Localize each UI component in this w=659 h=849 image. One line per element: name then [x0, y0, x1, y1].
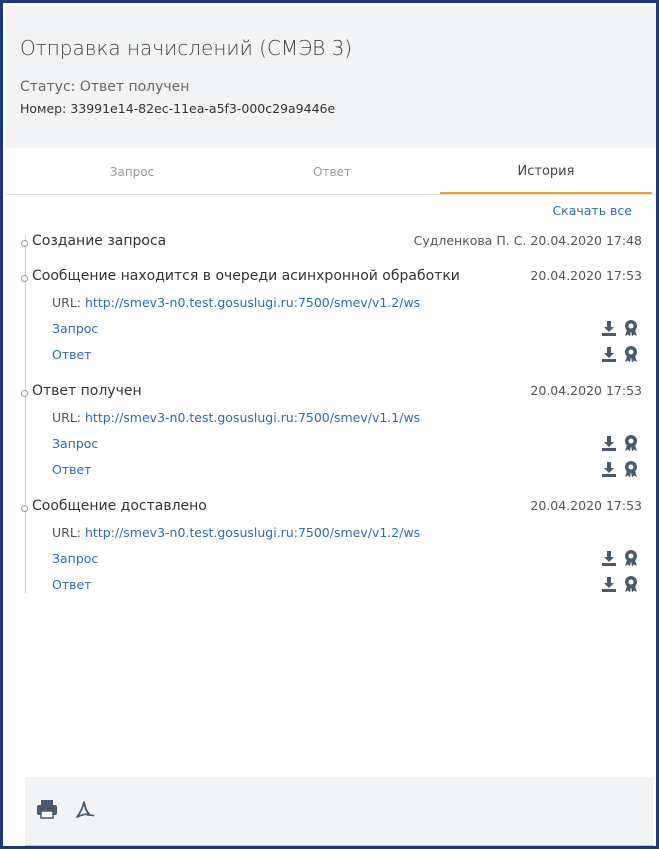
- request-actions: [600, 433, 640, 453]
- download-icon[interactable]: [600, 345, 618, 363]
- response-actions: [600, 574, 640, 594]
- request-link[interactable]: Запрос: [52, 321, 98, 336]
- event-url-link[interactable]: http://smev3-n0.test.gosuslugi.ru:7500/s…: [85, 295, 420, 310]
- timeline-dot: [21, 390, 28, 397]
- event-url-row: URL: http://smev3-n0.test.gosuslugi.ru:7…: [52, 295, 420, 310]
- timeline-dot: [21, 505, 28, 512]
- event-time: 20.04.2020 17:53: [530, 498, 642, 513]
- signature-certificate-icon[interactable]: [622, 460, 640, 478]
- response-actions: [600, 459, 640, 479]
- pdf-icon[interactable]: [73, 797, 97, 821]
- event-title: Сообщение находится в очереди асинхронно…: [32, 268, 460, 284]
- panel-header: Отправка начислений (СМЭВ 3) Статус: Отв…: [6, 6, 656, 148]
- request-link[interactable]: Запрос: [52, 436, 98, 451]
- tab-history[interactable]: История: [440, 148, 652, 194]
- panel-frame: Отправка начислений (СМЭВ 3) Статус: Отв…: [0, 0, 659, 849]
- response-actions: [600, 344, 640, 364]
- request-actions: [600, 548, 640, 568]
- tab-request[interactable]: Запрос: [42, 148, 222, 194]
- response-link[interactable]: Ответ: [52, 462, 91, 477]
- footer-toolbar: [25, 777, 653, 846]
- download-all-link[interactable]: Скачать все: [552, 203, 632, 218]
- event-title: Сообщение доставлено: [32, 498, 207, 514]
- status-text: Статус: Ответ получен: [20, 79, 190, 95]
- event-url-row: URL: http://smev3-n0.test.gosuslugi.ru:7…: [52, 525, 420, 540]
- signature-certificate-icon[interactable]: [622, 549, 640, 567]
- download-icon[interactable]: [600, 460, 618, 478]
- timeline-dot: [21, 240, 28, 247]
- event-time: 20.04.2020 17:53: [530, 268, 642, 283]
- request-actions: [600, 318, 640, 338]
- download-icon[interactable]: [600, 434, 618, 452]
- event-author-time: Судленкова П. С. 20.04.2020 17:48: [413, 233, 642, 248]
- timeline-line: [25, 235, 26, 593]
- url-label: URL:: [52, 410, 82, 425]
- url-label: URL:: [52, 525, 82, 540]
- signature-certificate-icon[interactable]: [622, 434, 640, 452]
- printer-icon[interactable]: [35, 797, 59, 821]
- request-link[interactable]: Запрос: [52, 551, 98, 566]
- request-number: Номер: 33991e14-82ec-11ea-a5f3-000c29a94…: [20, 101, 336, 116]
- page-title: Отправка начислений (СМЭВ 3): [20, 36, 353, 60]
- download-icon[interactable]: [600, 319, 618, 337]
- event-url-row: URL: http://smev3-n0.test.gosuslugi.ru:7…: [52, 410, 420, 425]
- tab-response[interactable]: Ответ: [242, 148, 422, 194]
- signature-certificate-icon[interactable]: [622, 319, 640, 337]
- download-icon[interactable]: [600, 575, 618, 593]
- url-label: URL:: [52, 295, 82, 310]
- signature-certificate-icon[interactable]: [622, 345, 640, 363]
- event-time: 20.04.2020 17:53: [530, 383, 642, 398]
- event-url-link[interactable]: http://smev3-n0.test.gosuslugi.ru:7500/s…: [85, 410, 420, 425]
- download-icon[interactable]: [600, 549, 618, 567]
- timeline-dot: [21, 275, 28, 282]
- event-url-link[interactable]: http://smev3-n0.test.gosuslugi.ru:7500/s…: [85, 525, 420, 540]
- response-link[interactable]: Ответ: [52, 577, 91, 592]
- response-link[interactable]: Ответ: [52, 347, 91, 362]
- tab-bar: Запрос Ответ История: [6, 148, 656, 195]
- event-title: Ответ получен: [32, 383, 142, 399]
- event-title: Создание запроса: [32, 233, 167, 249]
- signature-certificate-icon[interactable]: [622, 575, 640, 593]
